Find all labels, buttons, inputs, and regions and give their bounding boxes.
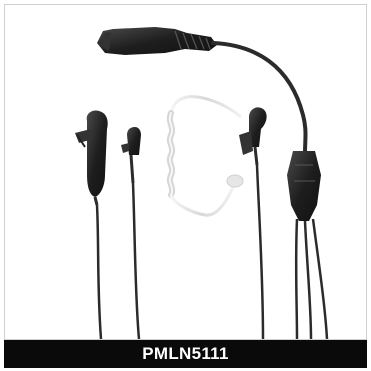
- lapel-microphone: [121, 127, 141, 184]
- cable-splitter: [287, 151, 321, 221]
- acoustic-tube: [166, 95, 244, 217]
- earpiece-receiver: [239, 107, 267, 166]
- model-caption-bar: PMLN5111: [4, 340, 367, 368]
- model-number-label: PMLN5111: [142, 344, 229, 363]
- product-image-frame: [4, 4, 367, 340]
- product-card: PMLN5111: [0, 0, 371, 371]
- radio-connector: [97, 27, 217, 55]
- ptt-microphone: [75, 110, 108, 206]
- earpiece-kit-photo: [75, 27, 329, 339]
